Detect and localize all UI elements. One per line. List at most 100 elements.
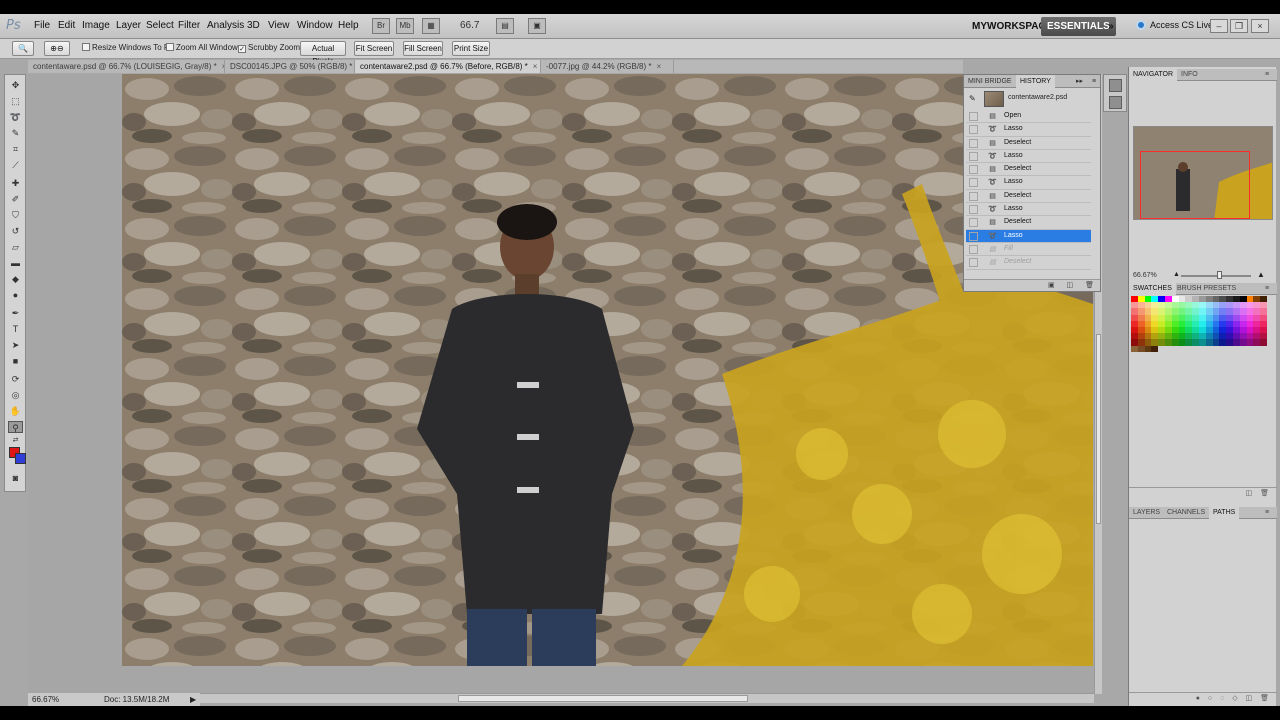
zoom-level-field[interactable]: 66.7 [460,20,479,31]
color-swatch[interactable] [1144,345,1152,352]
fill-path-icon[interactable]: ● [1196,695,1200,702]
tab-history[interactable]: HISTORY [1016,75,1055,88]
navigator-zoom-value[interactable]: 66.67% [1133,272,1157,279]
shape-tool-icon[interactable]: ■ [8,355,23,367]
menu-view[interactable]: View [268,20,290,31]
history-state-dimmed[interactable]: ▤ Deselect [966,256,1091,270]
canvas-area[interactable] [28,74,1094,694]
quick-mask-icon[interactable]: ◙ [8,472,23,484]
path-selection-tool-icon[interactable]: ➤ [8,339,23,351]
tab-layers[interactable]: LAYERS [1129,507,1164,519]
eraser-tool-icon[interactable]: ▱ [8,241,23,253]
color-swatch[interactable] [1178,345,1186,352]
restore-icon[interactable]: ❐ [1230,19,1248,33]
brush-tool-icon[interactable]: ✐ [8,193,23,205]
menu-select[interactable]: Select [146,20,174,31]
zoom-tool-icon[interactable]: ⚲ [8,421,23,433]
screen-mode-icon[interactable]: ▣ [528,18,546,34]
menu-image[interactable]: Image [82,20,110,31]
history-state[interactable]: ▤ Deselect [966,216,1091,230]
color-swatch[interactable] [1171,345,1179,352]
tab-navigator[interactable]: NAVIGATOR [1129,69,1178,81]
history-state[interactable]: ➰ Lasso [966,176,1091,190]
tab-paths[interactable]: PATHS [1209,507,1240,519]
color-swatch[interactable] [1198,345,1206,352]
document-image[interactable] [122,74,1093,666]
tab-0077[interactable]: -0077.jpg @ 44.2% (RGB/8) * × [541,60,674,73]
color-swatch[interactable] [1212,345,1220,352]
actual-pixels-button[interactable]: Actual Pixels [300,41,346,66]
tab-dsc00145[interactable]: DSC00145.JPG @ 50% (RGB/8) *× [225,60,355,73]
3d-orbit-tool-icon[interactable]: ◎ [8,389,23,401]
new-snapshot-icon[interactable]: ◫ [1067,282,1074,289]
tab-close-icon[interactable]: × [533,62,538,71]
history-source-box[interactable] [969,258,978,268]
status-menu-arrow-icon[interactable]: ▶ [190,693,196,706]
color-swatch[interactable] [1232,345,1240,352]
navigator-zoom-knob[interactable] [1217,271,1222,279]
workspace-more-icon[interactable]: » [1102,17,1120,36]
history-source-box[interactable] [969,244,978,254]
history-source-box[interactable] [969,138,978,148]
tab-swatches[interactable]: SWATCHES [1129,283,1176,295]
zoom-in-icon[interactable]: ▲ [1257,270,1265,279]
menu-window[interactable]: Window [297,20,333,31]
scrubby-zoom-checkbox[interactable]: ✓ Scrubby Zoom [238,43,300,53]
history-source-box[interactable] [969,151,978,161]
tab-channels[interactable]: CHANNELS [1163,507,1209,519]
marquee-tool-icon[interactable]: ⬚ [8,95,23,107]
trash-icon[interactable]: 🗑 [1085,282,1094,289]
blur-tool-icon[interactable]: ◆ [8,273,23,285]
navigator-thumbnail[interactable] [1133,126,1273,220]
history-source-box[interactable] [969,231,978,241]
history-state-selected[interactable]: ➰ Lasso [966,229,1091,243]
minibridge-icon[interactable]: Mb [396,18,414,34]
history-source-box[interactable] [969,112,978,121]
history-brush-source-icon[interactable]: ✎ [969,94,976,103]
new-document-icon[interactable]: ▣ [1048,282,1055,289]
minimize-icon[interactable]: – [1210,19,1228,33]
panel-menu-icon[interactable]: ≡ [1261,283,1273,295]
color-swatch[interactable] [1205,345,1213,352]
menu-3d[interactable]: 3D [247,20,260,31]
history-state[interactable]: ➰ Lasso [966,150,1091,164]
vertical-scroll-thumb[interactable] [1096,334,1101,524]
gradient-tool-icon[interactable]: ▬ [8,257,23,269]
history-snapshot[interactable]: ✎ contentaware2.psd [966,90,1091,108]
color-swatch[interactable] [1158,345,1165,352]
bridge-icon[interactable]: Br [372,18,390,34]
quick-selection-tool-icon[interactable]: ✎ [8,127,23,139]
history-source-box[interactable] [969,178,978,188]
panel-menu-icon[interactable]: ≡ [1261,507,1273,519]
type-tool-icon[interactable]: T [8,323,23,335]
tab-contentaware[interactable]: contentaware.psd @ 66.7% (LOUISEGIG, Gra… [28,60,225,73]
fit-screen-button[interactable]: Fit Screen [354,41,394,56]
view-extras-icon[interactable]: ▦ [422,18,440,34]
color-swatch[interactable] [1253,345,1261,352]
history-panel-icon[interactable] [1109,96,1122,109]
zoom-out-icon[interactable]: ▲ [1173,271,1180,278]
tab-info[interactable]: INFO [1177,69,1202,81]
cs-live-button[interactable]: Access CS Live [1136,20,1213,30]
menu-file[interactable]: File [34,20,50,31]
history-source-box[interactable] [969,125,978,135]
arrange-documents-icon[interactable]: ▤ [496,18,514,34]
menu-filter[interactable]: Filter [178,20,200,31]
color-swatch[interactable] [1131,345,1138,352]
status-zoom[interactable]: 66.67% [32,693,59,706]
history-source-box[interactable] [969,205,978,215]
zoom-tool-preset-icon[interactable]: 🔍 [12,41,34,56]
tab-brush-presets[interactable]: BRUSH PRESETS [1173,283,1240,295]
navigator-view-box[interactable] [1140,151,1250,219]
horizontal-scroll-thumb[interactable] [458,695,748,702]
menu-layer[interactable]: Layer [116,20,141,31]
pen-tool-icon[interactable]: ✒ [8,307,23,319]
history-state[interactable]: ➰ Lasso [966,203,1091,217]
close-icon[interactable]: × [1251,19,1269,33]
tab-mini-bridge[interactable]: MINI BRIDGE [964,75,1016,88]
trash-icon[interactable]: 🗑 [1260,695,1269,702]
history-state[interactable]: ➰ Lasso [966,123,1091,137]
history-source-box[interactable] [969,191,978,201]
new-swatch-icon[interactable]: ◫ [1246,490,1253,497]
trash-icon[interactable]: 🗑 [1260,490,1269,497]
